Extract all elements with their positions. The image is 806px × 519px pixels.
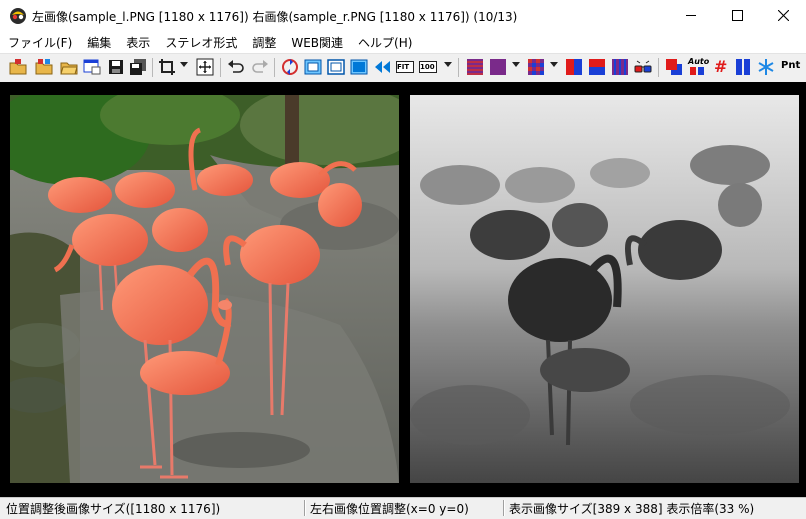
menu-stereo-format[interactable]: ステレオ形式: [157, 34, 244, 51]
crop-button[interactable]: [158, 58, 176, 76]
zoom-down-button[interactable]: [373, 58, 391, 76]
toolbar-separator: [274, 58, 275, 77]
undo-button[interactable]: [227, 58, 245, 76]
glasses-button[interactable]: [634, 58, 652, 76]
rewind-icon: [375, 61, 390, 73]
view-fit-button[interactable]: [327, 58, 345, 76]
stereo-checker-button[interactable]: [527, 58, 545, 76]
stereo-column-button[interactable]: [611, 58, 629, 76]
menu-help[interactable]: ヘルプ(H): [350, 34, 419, 51]
stereo-side-by-side-button[interactable]: [565, 58, 583, 76]
redo-button[interactable]: [251, 58, 269, 76]
menu-file[interactable]: ファイル(F): [0, 34, 79, 51]
close-icon: [777, 10, 789, 21]
close-button[interactable]: [760, 0, 806, 31]
grid-button[interactable]: #: [711, 57, 729, 76]
frame-icon: [304, 59, 322, 75]
folder-open-icon: [60, 62, 78, 75]
auto-adjust-button[interactable]: Auto: [688, 57, 710, 76]
left-image-pane[interactable]: [10, 95, 399, 483]
hash-grid-icon: #: [714, 57, 728, 76]
window-title: 左画像(sample_l.PNG [1180 x 1176]) 右画像(samp…: [32, 10, 518, 24]
menu-adjust[interactable]: 調整: [244, 34, 283, 51]
open-pair-button[interactable]: [35, 58, 53, 76]
crop-icon: [159, 59, 175, 75]
stereo-dropdown-chevron-icon[interactable]: [512, 62, 520, 67]
stereo-interlace-button[interactable]: [466, 58, 484, 76]
interlace-icon: [467, 59, 483, 75]
point-button[interactable]: Pnt: [780, 58, 801, 76]
app-icon[interactable]: [9, 7, 27, 25]
menu-edit[interactable]: 編集: [79, 34, 118, 51]
swap-button[interactable]: [281, 58, 299, 76]
new-window-button[interactable]: [83, 58, 101, 76]
swap-circle-icon: [282, 59, 298, 75]
side-by-side-icon: [566, 59, 582, 75]
menu-view[interactable]: 表示: [118, 34, 157, 51]
auto-label: Auto: [688, 57, 710, 66]
full-frame-icon: [350, 59, 368, 75]
zoom-100-button[interactable]: 100: [419, 58, 437, 76]
fit-window-button[interactable]: [196, 58, 214, 76]
save-icon: [109, 60, 123, 74]
checker-icon: [528, 59, 544, 75]
split-bars-icon: [736, 59, 750, 75]
snowflake-icon: [758, 59, 774, 75]
status-display-size: 表示画像サイズ[389 x 388] 表示倍率(33 %): [509, 502, 755, 516]
undo-icon: [228, 60, 244, 73]
snow-button[interactable]: [757, 58, 775, 76]
split-button[interactable]: [734, 58, 752, 76]
pnt-label: Pnt: [781, 60, 801, 71]
glasses-icon: [634, 60, 652, 73]
columns-icon: [612, 59, 628, 75]
stereo-over-under-button[interactable]: [588, 58, 606, 76]
status-bar: 位置調整後画像サイズ([1180 x 1176]) 左右画像位置調整(x=0 y…: [0, 497, 806, 519]
frame-outline-icon: [327, 59, 345, 75]
folder-pair-icon: [35, 59, 53, 75]
redo-icon: [252, 60, 268, 73]
stereo-anaglyph-button[interactable]: [489, 58, 507, 76]
toolbar-separator: [152, 58, 153, 77]
save-all-icon: [130, 59, 146, 75]
status-adjusted-size: 位置調整後画像サイズ([1180 x 1176]): [2, 500, 305, 516]
toolbar: FIT 100 Auto # Pnt: [0, 53, 806, 83]
view-full-button[interactable]: [350, 58, 368, 76]
zoom-dropdown-chevron-icon[interactable]: [444, 62, 452, 67]
open-stereo-button[interactable]: [9, 58, 27, 76]
move-arrows-icon: [196, 58, 214, 76]
minimize-icon: [686, 15, 696, 16]
save-all-button[interactable]: [129, 58, 147, 76]
depth-map-image: [410, 95, 799, 483]
flamingo-photo: [10, 95, 399, 483]
fit-button[interactable]: FIT: [396, 58, 414, 76]
window-icon: [83, 59, 101, 75]
stereo-viewer[interactable]: [0, 82, 806, 497]
toolbar-separator: [658, 58, 659, 77]
title-bar: 左画像(sample_l.PNG [1180 x 1176]) 右画像(samp…: [0, 0, 806, 31]
status-position-offset: 左右画像位置調整(x=0 y=0): [306, 500, 504, 516]
view-normal-button[interactable]: [304, 58, 322, 76]
folder-red-icon: [9, 59, 27, 75]
anaglyph-icon: [490, 59, 506, 75]
open-folder-button[interactable]: [60, 58, 78, 76]
menu-bar: ファイル(F) 編集 表示 ステレオ形式 調整 WEB関連 ヘルプ(H): [0, 31, 806, 53]
save-button[interactable]: [107, 58, 125, 76]
checker-dropdown-chevron-icon[interactable]: [550, 62, 558, 67]
minimize-button[interactable]: [668, 0, 714, 31]
toolbar-separator: [220, 58, 221, 77]
hundred-label: 100: [420, 63, 435, 71]
over-under-icon: [589, 59, 605, 75]
maximize-button[interactable]: [714, 0, 760, 31]
maximize-icon: [731, 10, 743, 21]
fit-label: FIT: [397, 63, 410, 71]
toolbar-separator: [458, 58, 459, 77]
right-image-pane[interactable]: [410, 95, 799, 483]
overlay-squares-icon: [666, 59, 682, 75]
menu-web[interactable]: WEB関連: [283, 34, 350, 51]
crop-dropdown-chevron-icon[interactable]: [180, 62, 188, 67]
overlay-button[interactable]: [665, 58, 683, 76]
